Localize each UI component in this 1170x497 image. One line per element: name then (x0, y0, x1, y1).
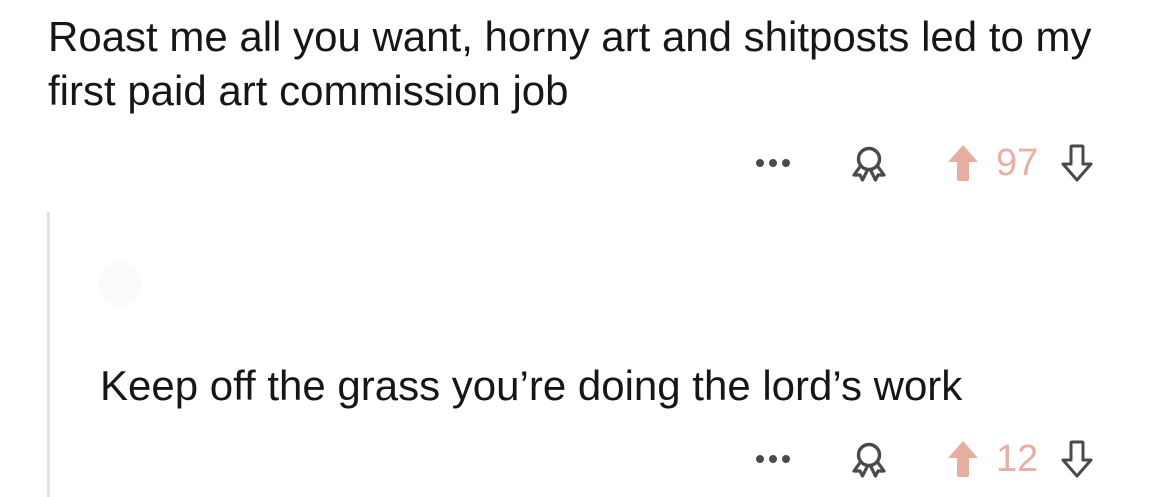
more-horizontal-icon (756, 455, 790, 463)
reply-header (96, 226, 736, 326)
upvote-button[interactable] (942, 437, 984, 481)
upvote-button[interactable] (942, 141, 984, 185)
post-action-bar: 97 (752, 138, 1098, 188)
downvote-arrow-icon (1061, 144, 1093, 182)
more-options-button[interactable] (752, 439, 794, 479)
award-icon (852, 442, 886, 478)
downvote-button[interactable] (1056, 437, 1098, 481)
vote-count: 97 (996, 141, 1039, 184)
downvote-arrow-icon (1061, 440, 1093, 478)
award-button[interactable] (846, 436, 892, 482)
more-horizontal-icon (756, 159, 790, 167)
reply-action-bar: 12 (752, 434, 1098, 484)
downvote-button[interactable] (1056, 141, 1098, 185)
vote-count: 12 (996, 437, 1039, 480)
post-comment-text: Roast me all you want, horny art and shi… (48, 13, 1092, 114)
upvote-arrow-icon (948, 441, 978, 477)
upvote-arrow-icon (948, 145, 978, 181)
award-button[interactable] (846, 140, 892, 186)
award-icon (852, 146, 886, 182)
more-options-button[interactable] (752, 143, 794, 183)
reply-comment-text: Keep off the grass you’re doing the lord… (100, 362, 963, 409)
avatar[interactable] (98, 262, 142, 306)
thread-line[interactable] (47, 212, 50, 497)
